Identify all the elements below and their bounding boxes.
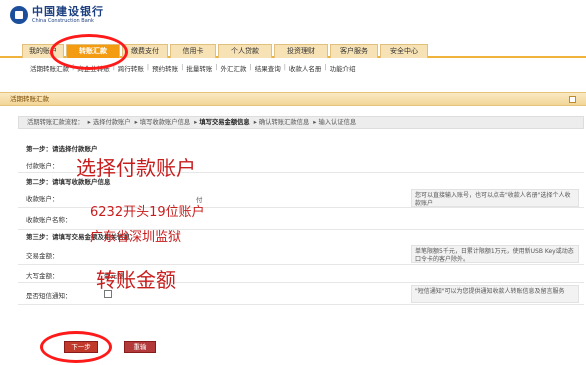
subnav-item[interactable]: 功能介绍 [330, 63, 356, 75]
process-label: 活期转账汇款流程： [27, 119, 84, 126]
process-step: 选择付款账户 [92, 119, 131, 126]
section-title: 活期转账汇款 [10, 95, 49, 103]
payee-hint: 您可以直接输入账号，也可以点击"收款人名册"选择个人收款账户 [411, 189, 579, 207]
tab-credit-card[interactable]: 信用卡 [170, 44, 216, 58]
collapse-icon[interactable] [569, 96, 576, 103]
overlay-transfer-amount: 转账金额 [96, 268, 176, 292]
subnav-item[interactable]: 外汇汇款 [221, 63, 247, 75]
subnav-item[interactable]: 结果查询 [255, 63, 281, 75]
amount-hint: 单笔限额5千元，日累计限额1万元，使用新USB Key或动态口令卡的客户除外。 [411, 245, 579, 263]
overlay-select-payer: 选择付款账户 [76, 156, 196, 180]
process-step-current: 填写交易金额信息 [199, 119, 250, 126]
reset-button[interactable]: 重输 [124, 341, 156, 353]
subnav-item[interactable]: 跨行转账 [118, 63, 144, 75]
process-step: 填写收款账户信息 [139, 119, 191, 126]
tab-customer-service[interactable]: 客户服务 [330, 44, 378, 58]
bank-name-en: China Construction Bank [32, 18, 94, 24]
payer-label: 付款账户： [26, 162, 59, 170]
sms-label: 是否短信通知： [26, 292, 72, 300]
amount-row: 交易金额： 单笔限额5千元，日累计限额1万元，使用新USB Key或动态口令卡的… [18, 243, 584, 265]
amount-label: 交易金额： [26, 252, 59, 260]
process-step: 输入认证信息 [318, 119, 357, 126]
payee-account-label: 收款账户： [26, 195, 59, 203]
process-steps: 活期转账汇款流程： ▸ 选择付款账户 ▸ 填写收款账户信息 ▸ 填写交易金额信息… [18, 116, 584, 129]
tab-investment[interactable]: 投资理财 [274, 44, 328, 58]
sms-hint: "短信通知"可以为您提供通知收款人转账信息及留言服务 [411, 285, 579, 303]
tab-security-center[interactable]: 安全中心 [380, 44, 428, 58]
ccb-logo-icon [10, 6, 28, 24]
bank-name-cn: 中国建设银行 [32, 5, 104, 18]
subnav-item[interactable]: 预约转账 [152, 63, 178, 75]
bank-logo: 中国建设银行 China Construction Bank [10, 6, 104, 24]
overlay-account-note: 6232开头19位账户 [90, 205, 205, 220]
process-step: 确认转账汇款信息 [258, 119, 310, 126]
section-title-bar: 活期转账汇款 [0, 92, 586, 106]
tab-personal-loan[interactable]: 个人贷款 [218, 44, 272, 58]
subnav-item[interactable]: 收款人名册 [289, 63, 322, 75]
tab-payment[interactable]: 缴费支付 [122, 44, 168, 58]
amount-upper-label: 大写金额： [26, 272, 59, 280]
overlay-prison-note: 广东省深圳监狱 [90, 230, 182, 245]
annotation-circle-transfer-tab [50, 34, 128, 70]
annotation-circle-next-button [40, 331, 112, 363]
payee-name-label: 收款账户名称： [26, 216, 72, 224]
subnav-item[interactable]: 批量转账 [186, 63, 212, 75]
